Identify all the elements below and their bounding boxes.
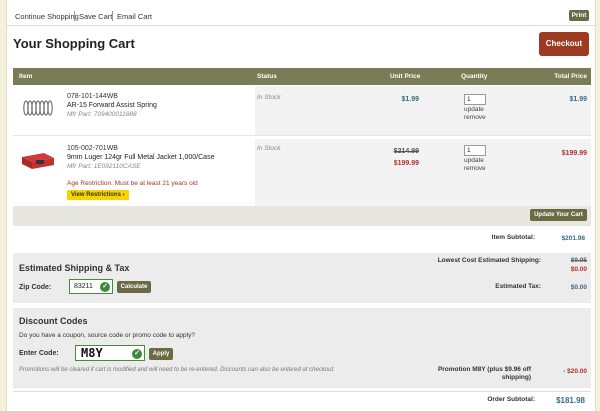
promo-code-value: M8Y [81,346,103,360]
promotion-note: Promotions will be cleared if cart is mo… [19,367,335,373]
shipping-cost-label: Lowest Cost Estimated Shipping: [437,257,541,264]
save-cart-link[interactable]: Save Cart [79,12,112,21]
zip-code-label: Zip Code: [19,284,52,291]
divider [13,391,591,392]
top-nav: Continue Shopping Save Cart Email Cart P… [7,6,597,26]
cart-page: Continue Shopping Save Cart Email Cart P… [6,0,597,411]
estimated-tax-label: Estimated Tax: [495,283,541,290]
item-mfr-part: Mfr Part: 1E092110CASE [67,163,141,170]
zip-code-field[interactable]: 83211 ✓ [69,279,113,294]
discount-codes-section: Discount Codes Do you have a coupon, sou… [13,308,591,388]
quantity-input[interactable]: 1 [464,94,486,105]
item-name-link[interactable]: AR-15 Forward Assist Spring [67,102,157,109]
cart-table-header: Item Status Unit Price Quantity Total Pr… [13,68,591,85]
item-sku: 105-002-701WB [67,145,118,152]
spring-thumbnail [18,94,58,122]
table-row: 105-002-701WB 9mm Luger 124gr Full Metal… [13,139,591,206]
age-restriction-text: Age Restriction: Must be at least 21 yea… [67,180,198,187]
print-button[interactable]: Print [569,10,589,21]
item-total-price: $1.99 [569,96,587,103]
shipping-estimate-section: Estimated Shipping & Tax Zip Code: 83211… [13,253,591,303]
checkmark-icon: ✓ [132,348,142,359]
checkout-button[interactable]: Checkout [539,32,589,56]
item-name-link[interactable]: 9mm Luger 124gr Full Metal Jacket 1,000/… [67,154,214,161]
remove-link[interactable]: remove [464,165,486,172]
view-restrictions-button[interactable]: View Restrictions › [67,190,129,200]
continue-shopping-link[interactable]: Continue Shopping [15,12,79,21]
nav-divider [112,11,113,21]
item-total-price: $199.99 [561,150,587,157]
header-quantity: Quantity [461,73,488,80]
enter-code-label: Enter Code: [19,350,59,357]
header-unit-price: Unit Price [390,73,421,80]
discount-prompt: Do you have a coupon, source code or pro… [19,332,195,339]
discount-heading: Discount Codes [19,316,88,326]
row-shade [255,86,591,135]
update-link[interactable]: update [464,157,484,164]
update-cart-button[interactable]: Update Your Cart [530,209,587,221]
checkmark-icon: ✓ [100,282,110,292]
promotion-label: Promotion M8Y (plus $9.96 off shipping) [437,366,531,381]
quantity-input[interactable]: 1 [464,145,486,156]
item-subtotal-value: $201.98 [561,235,586,242]
shipping-original-value: $9.95 [570,257,587,264]
estimated-tax-value: $0.00 [570,284,587,291]
page-title: Your Shopping Cart [13,36,135,51]
item-sale-price: $199.99 [393,160,419,167]
item-subtotal-label: Item Subtotal: [491,234,535,241]
header-status: Status [257,73,277,80]
order-subtotal-value: $181.98 [556,396,585,405]
update-link[interactable]: update [464,106,484,113]
calculate-button[interactable]: Calculate [117,281,151,293]
promo-code-field[interactable]: M8Y ✓ [75,345,145,361]
shipping-cost-value: $0.00 [570,266,587,273]
ammo-box-thumbnail [18,145,58,173]
header-total-price: Total Price [554,73,587,80]
remove-link[interactable]: remove [464,114,486,121]
item-original-price: $214.99 [393,148,419,155]
item-mfr-part: Mfr Part: 709400011888 [67,111,137,118]
update-cart-bar: Update Your Cart [13,206,591,226]
zip-code-value: 83211 [74,283,93,290]
email-cart-link[interactable]: Email Cart [117,12,152,21]
header-item: Item [19,73,33,80]
nav-divider [74,11,75,21]
order-subtotal-label: Order Subtotal: [487,396,535,403]
promotion-value: - $20.00 [563,368,587,375]
item-status: In Stock [257,145,281,152]
apply-button[interactable]: Apply [149,348,173,360]
table-row: 078-101-144WB AR-15 Forward Assist Sprin… [13,86,591,136]
row-shade [255,139,591,206]
item-sku: 078-101-144WB [67,93,118,100]
shipping-heading: Estimated Shipping & Tax [19,263,130,273]
item-unit-price: $1.99 [401,96,419,103]
item-status: In Stock [257,94,281,101]
